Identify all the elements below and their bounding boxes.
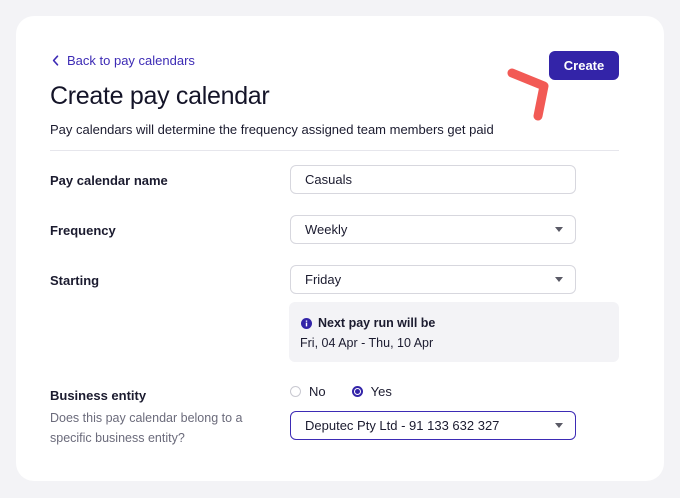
back-to-pay-calendars-link[interactable]: Back to pay calendars	[52, 53, 195, 68]
page-title: Create pay calendar	[50, 82, 270, 110]
radio-unchecked-icon[interactable]	[290, 386, 301, 397]
next-pay-run-panel: Next pay run will be Fri, 04 Apr - Thu, …	[289, 302, 619, 362]
pay-calendar-name-label: Pay calendar name	[50, 173, 168, 188]
radio-yes[interactable]: Yes	[351, 384, 392, 399]
page-subtitle: Pay calendars will determine the frequen…	[50, 122, 494, 137]
starting-label: Starting	[50, 273, 100, 288]
main-card: Back to pay calendars Create Create pay …	[16, 16, 664, 481]
annotation-arrow-icon	[507, 68, 549, 121]
caret-down-icon	[555, 423, 563, 428]
header-divider	[50, 150, 619, 151]
caret-down-icon	[555, 227, 563, 232]
frequency-select[interactable]: Weekly	[290, 215, 576, 244]
frequency-label: Frequency	[50, 223, 116, 238]
frequency-value: Weekly	[305, 222, 348, 237]
create-button[interactable]: Create	[549, 51, 619, 80]
next-pay-run-dates: Fri, 04 Apr - Thu, 10 Apr	[300, 336, 434, 350]
radio-no-label: No	[309, 384, 326, 399]
starting-select[interactable]: Friday	[290, 265, 576, 294]
chevron-left-icon	[52, 55, 59, 66]
pay-calendar-name-value: Casuals	[305, 172, 352, 187]
starting-value: Friday	[305, 272, 342, 287]
business-entity-select[interactable]: Deputec Pty Ltd - 91 133 632 327	[290, 411, 576, 440]
back-link-label: Back to pay calendars	[67, 53, 195, 68]
radio-yes-label: Yes	[370, 384, 392, 399]
business-entity-label: Business entity	[50, 388, 147, 403]
radio-no[interactable]: No	[290, 384, 326, 399]
business-entity-value: Deputec Pty Ltd - 91 133 632 327	[305, 418, 500, 433]
radio-checked-icon[interactable]	[351, 386, 363, 397]
info-icon	[301, 317, 312, 329]
caret-down-icon	[555, 277, 563, 282]
next-pay-run-heading: Next pay run will be	[301, 316, 435, 330]
pay-calendar-name-input[interactable]: Casuals	[290, 165, 576, 194]
business-entity-radio-group: No Yes	[290, 384, 392, 399]
business-entity-help: Does this pay calendar belong to a speci…	[50, 411, 243, 445]
next-pay-run-title: Next pay run will be	[318, 316, 436, 330]
